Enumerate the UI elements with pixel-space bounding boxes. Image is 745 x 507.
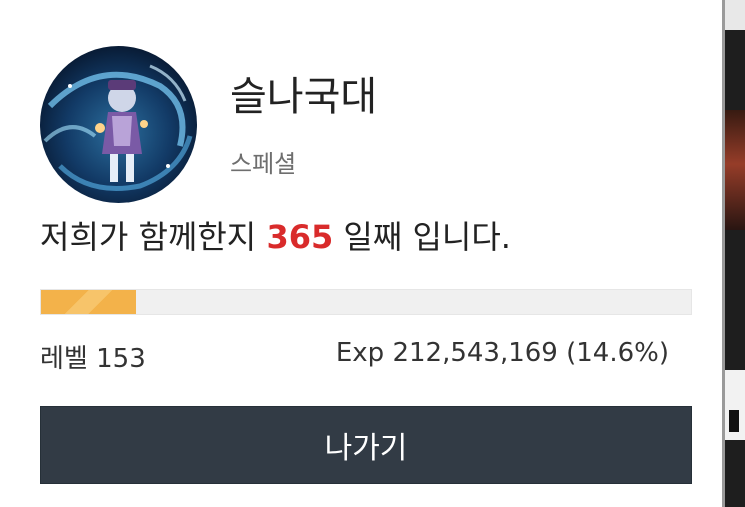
exit-button[interactable]: 나가기 xyxy=(40,406,692,484)
background-image xyxy=(725,110,745,230)
days-prefix: 저희가 함께한지 xyxy=(40,218,267,256)
background-block xyxy=(725,0,745,30)
exp-label: Exp 212,543,169 (14.6%) xyxy=(335,338,669,368)
level-label: 레벨 153 xyxy=(40,344,146,374)
anime-character-avatar-icon xyxy=(43,64,193,191)
background-block xyxy=(729,410,739,432)
exp-progress-fill xyxy=(41,290,136,314)
profile-panel: 슬나국대 스페셜 저희가 함께한지 365 일째 입니다. 레벨 153 Exp… xyxy=(0,0,722,507)
user-grade: 스페셜 xyxy=(230,150,297,178)
background-page-strip xyxy=(722,0,745,507)
days-suffix: 일째 입니다. xyxy=(333,218,511,256)
user-name: 슬나국대 xyxy=(230,74,378,120)
exp-progress-bar xyxy=(40,289,692,315)
membership-days-text: 저희가 함께한지 365 일째 입니다. xyxy=(40,212,511,258)
days-count: 365 xyxy=(266,218,334,256)
avatar xyxy=(40,46,197,203)
